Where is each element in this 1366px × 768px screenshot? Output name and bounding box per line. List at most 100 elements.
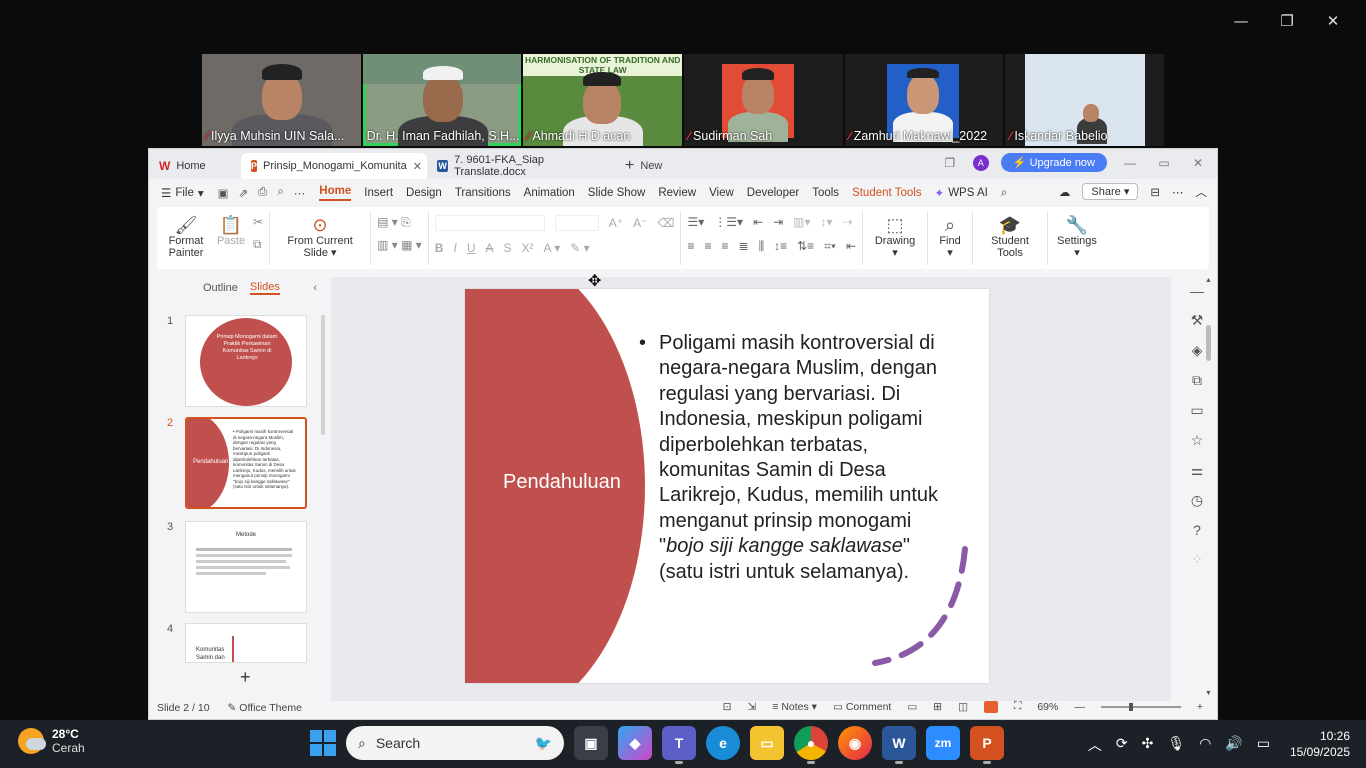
tab-presentation[interactable]: P Prinsip_Monogami_Komunita ✕: [241, 153, 427, 179]
cloud-icon[interactable]: ☁: [1059, 185, 1071, 199]
text-box-icon[interactable]: ⌗▾: [824, 239, 836, 254]
zoom-out-icon[interactable]: —: [1074, 701, 1085, 713]
edge-icon[interactable]: e: [706, 726, 740, 760]
slide-thumbnail[interactable]: Komunitas Samin dan: [185, 623, 307, 663]
settings-button[interactable]: 🔧 Settings ▾: [1048, 207, 1106, 259]
print-icon[interactable]: ⎙: [258, 186, 267, 200]
wifi-icon[interactable]: ◠: [1199, 735, 1211, 755]
copy-icon[interactable]: ⧉: [253, 237, 263, 252]
task-view-icon[interactable]: ▣: [574, 726, 608, 760]
add-slide-button[interactable]: +: [240, 667, 251, 688]
participant-tile[interactable]: ⁄ Sudirman Sah: [684, 54, 843, 146]
avatar[interactable]: A: [972, 154, 989, 171]
text-direction-icon[interactable]: ↕▾: [821, 215, 833, 229]
clear-format-icon[interactable]: ⌫: [657, 216, 674, 230]
minimize-icon[interactable]: —: [1119, 156, 1141, 170]
superscript-icon[interactable]: X²: [522, 241, 534, 255]
slide-title[interactable]: Pendahuluan: [503, 471, 621, 494]
slide-thumbnail[interactable]: Metode: [185, 521, 307, 613]
tab-home[interactable]: W Home: [149, 153, 241, 179]
bold-icon[interactable]: B: [435, 241, 444, 255]
windows-start-icon[interactable]: [310, 730, 336, 756]
bullets-icon[interactable]: ☰▾: [687, 215, 704, 229]
copilot-icon[interactable]: ◆: [618, 726, 652, 760]
tab-slides[interactable]: Slides: [249, 281, 280, 295]
comment-icon[interactable]: ▭: [1190, 402, 1203, 419]
columns-icon[interactable]: ▥▾: [793, 215, 810, 229]
upgrade-button[interactable]: ⚡ Upgrade now: [1000, 153, 1107, 172]
scroll-down-icon[interactable]: ▼: [1205, 690, 1212, 697]
slideshow-play-icon[interactable]: [983, 700, 998, 713]
chevron-up-icon[interactable]: ︿: [1088, 735, 1102, 755]
participant-tile[interactable]: HARMONISATION OF TRADITION AND STATE LAW…: [523, 54, 683, 146]
reading-view-icon[interactable]: ◫: [958, 701, 968, 713]
normal-view-icon[interactable]: ▭: [907, 701, 917, 713]
align-right-icon[interactable]: ≡: [721, 239, 728, 254]
firefox-icon[interactable]: ◉: [838, 726, 872, 760]
underline-icon[interactable]: U: [467, 241, 476, 255]
close-icon[interactable]: ✕: [1187, 156, 1209, 170]
collapse-panel-icon[interactable]: ‹: [313, 282, 317, 294]
align-center-icon[interactable]: ≡: [704, 239, 711, 254]
slide-thumbnail[interactable]: Prinsip Monogami dalam Praktik Perkawina…: [185, 315, 307, 407]
tab-outline[interactable]: Outline: [203, 282, 238, 294]
wps-ai-button[interactable]: ✦ WPS AI: [935, 186, 988, 200]
shadow-icon[interactable]: S: [504, 241, 512, 255]
zoom-slider-thumb[interactable]: [1128, 702, 1133, 711]
weather-widget[interactable]: 28°C Cerah: [18, 727, 85, 755]
search-icon[interactable]: ⌕: [1001, 187, 1007, 200]
notes-button[interactable]: ≡ Notes ▾: [772, 701, 817, 713]
student-tools-button[interactable]: 🎓 Student Tools: [973, 207, 1047, 259]
fit-icon[interactable]: ⊡: [723, 701, 732, 713]
menu-developer[interactable]: Developer: [747, 187, 799, 199]
zoom-slider[interactable]: [1100, 702, 1181, 711]
format-painter-button[interactable]: 🖌 Format Painter: [157, 207, 215, 259]
menu-student-tools[interactable]: Student Tools: [852, 187, 921, 199]
participant-tile[interactable]: ⁄ Zamhuri Maknawi_2022: [844, 54, 1004, 146]
battery-icon[interactable]: ▭: [1257, 735, 1270, 755]
participant-tile-active[interactable]: Dr. H. Iman Fadhilah, S.H...: [362, 54, 522, 146]
app-tray-icon[interactable]: ✣: [1142, 735, 1154, 755]
strikethrough-icon[interactable]: A: [485, 241, 493, 255]
menu-review[interactable]: Review: [658, 187, 696, 199]
history-icon[interactable]: ◷: [1191, 492, 1203, 509]
sync-tray-icon[interactable]: ⟳: [1116, 735, 1128, 755]
microphone-icon[interactable]: 🎙: [1167, 735, 1185, 755]
participant-tile[interactable]: ⁄ Iskandar Babelio: [1005, 54, 1165, 146]
export-icon[interactable]: ⇗: [239, 186, 249, 200]
comment-button[interactable]: ▭ Comment: [833, 701, 891, 713]
line-spacing-icon[interactable]: ↕≡: [774, 239, 787, 254]
slides-icon[interactable]: ⧉: [1192, 372, 1202, 389]
fit-window-icon[interactable]: ⛶: [1014, 700, 1021, 713]
from-current-slide-button[interactable]: ⊙ From Current Slide ▾: [270, 207, 370, 259]
close-tab-icon[interactable]: ✕: [413, 160, 422, 173]
tab-document[interactable]: W 7. 9601-FKA_Siap Translate.docx: [427, 153, 617, 179]
powerpoint-icon[interactable]: P: [970, 726, 1004, 764]
cut-icon[interactable]: ✂: [253, 215, 263, 229]
volume-icon[interactable]: 🔊: [1225, 735, 1242, 755]
grid-icon[interactable]: ⁘: [1191, 551, 1203, 568]
zoom-in-icon[interactable]: +: [1197, 701, 1203, 713]
zoom-app-icon[interactable]: zm: [926, 726, 960, 760]
italic-icon[interactable]: I: [453, 241, 456, 255]
star-icon[interactable]: ☆: [1191, 432, 1204, 449]
help-icon[interactable]: ?: [1193, 522, 1201, 538]
window-icon[interactable]: ⊟: [1150, 185, 1160, 199]
align-left-icon[interactable]: ≡: [687, 239, 694, 254]
more-options-icon[interactable]: ⋯: [1172, 185, 1184, 199]
menu-design[interactable]: Design: [406, 187, 442, 199]
preview-icon[interactable]: ⌕: [277, 186, 283, 200]
panel-scrollbar[interactable]: [321, 315, 325, 435]
file-explorer-icon[interactable]: ▭: [750, 726, 784, 760]
new-tab-button[interactable]: + New: [625, 157, 662, 175]
teams-icon[interactable]: T: [662, 726, 696, 764]
collapse-icon[interactable]: —: [1190, 283, 1204, 299]
magic-icon[interactable]: ⚒: [1191, 312, 1204, 329]
decrease-indent-icon[interactable]: ⇤: [753, 215, 763, 229]
adjust-icon[interactable]: ⚌: [1191, 462, 1204, 479]
current-slide[interactable]: Pendahuluan • Poligami masih kontroversi…: [465, 289, 989, 683]
collapse-ribbon-icon[interactable]: ︿: [1196, 184, 1208, 200]
clock[interactable]: 10:26 15/09/2025: [1290, 728, 1350, 760]
search-box[interactable]: ⌕ Search 🐦: [346, 726, 564, 760]
menu-transitions[interactable]: Transitions: [455, 187, 511, 199]
